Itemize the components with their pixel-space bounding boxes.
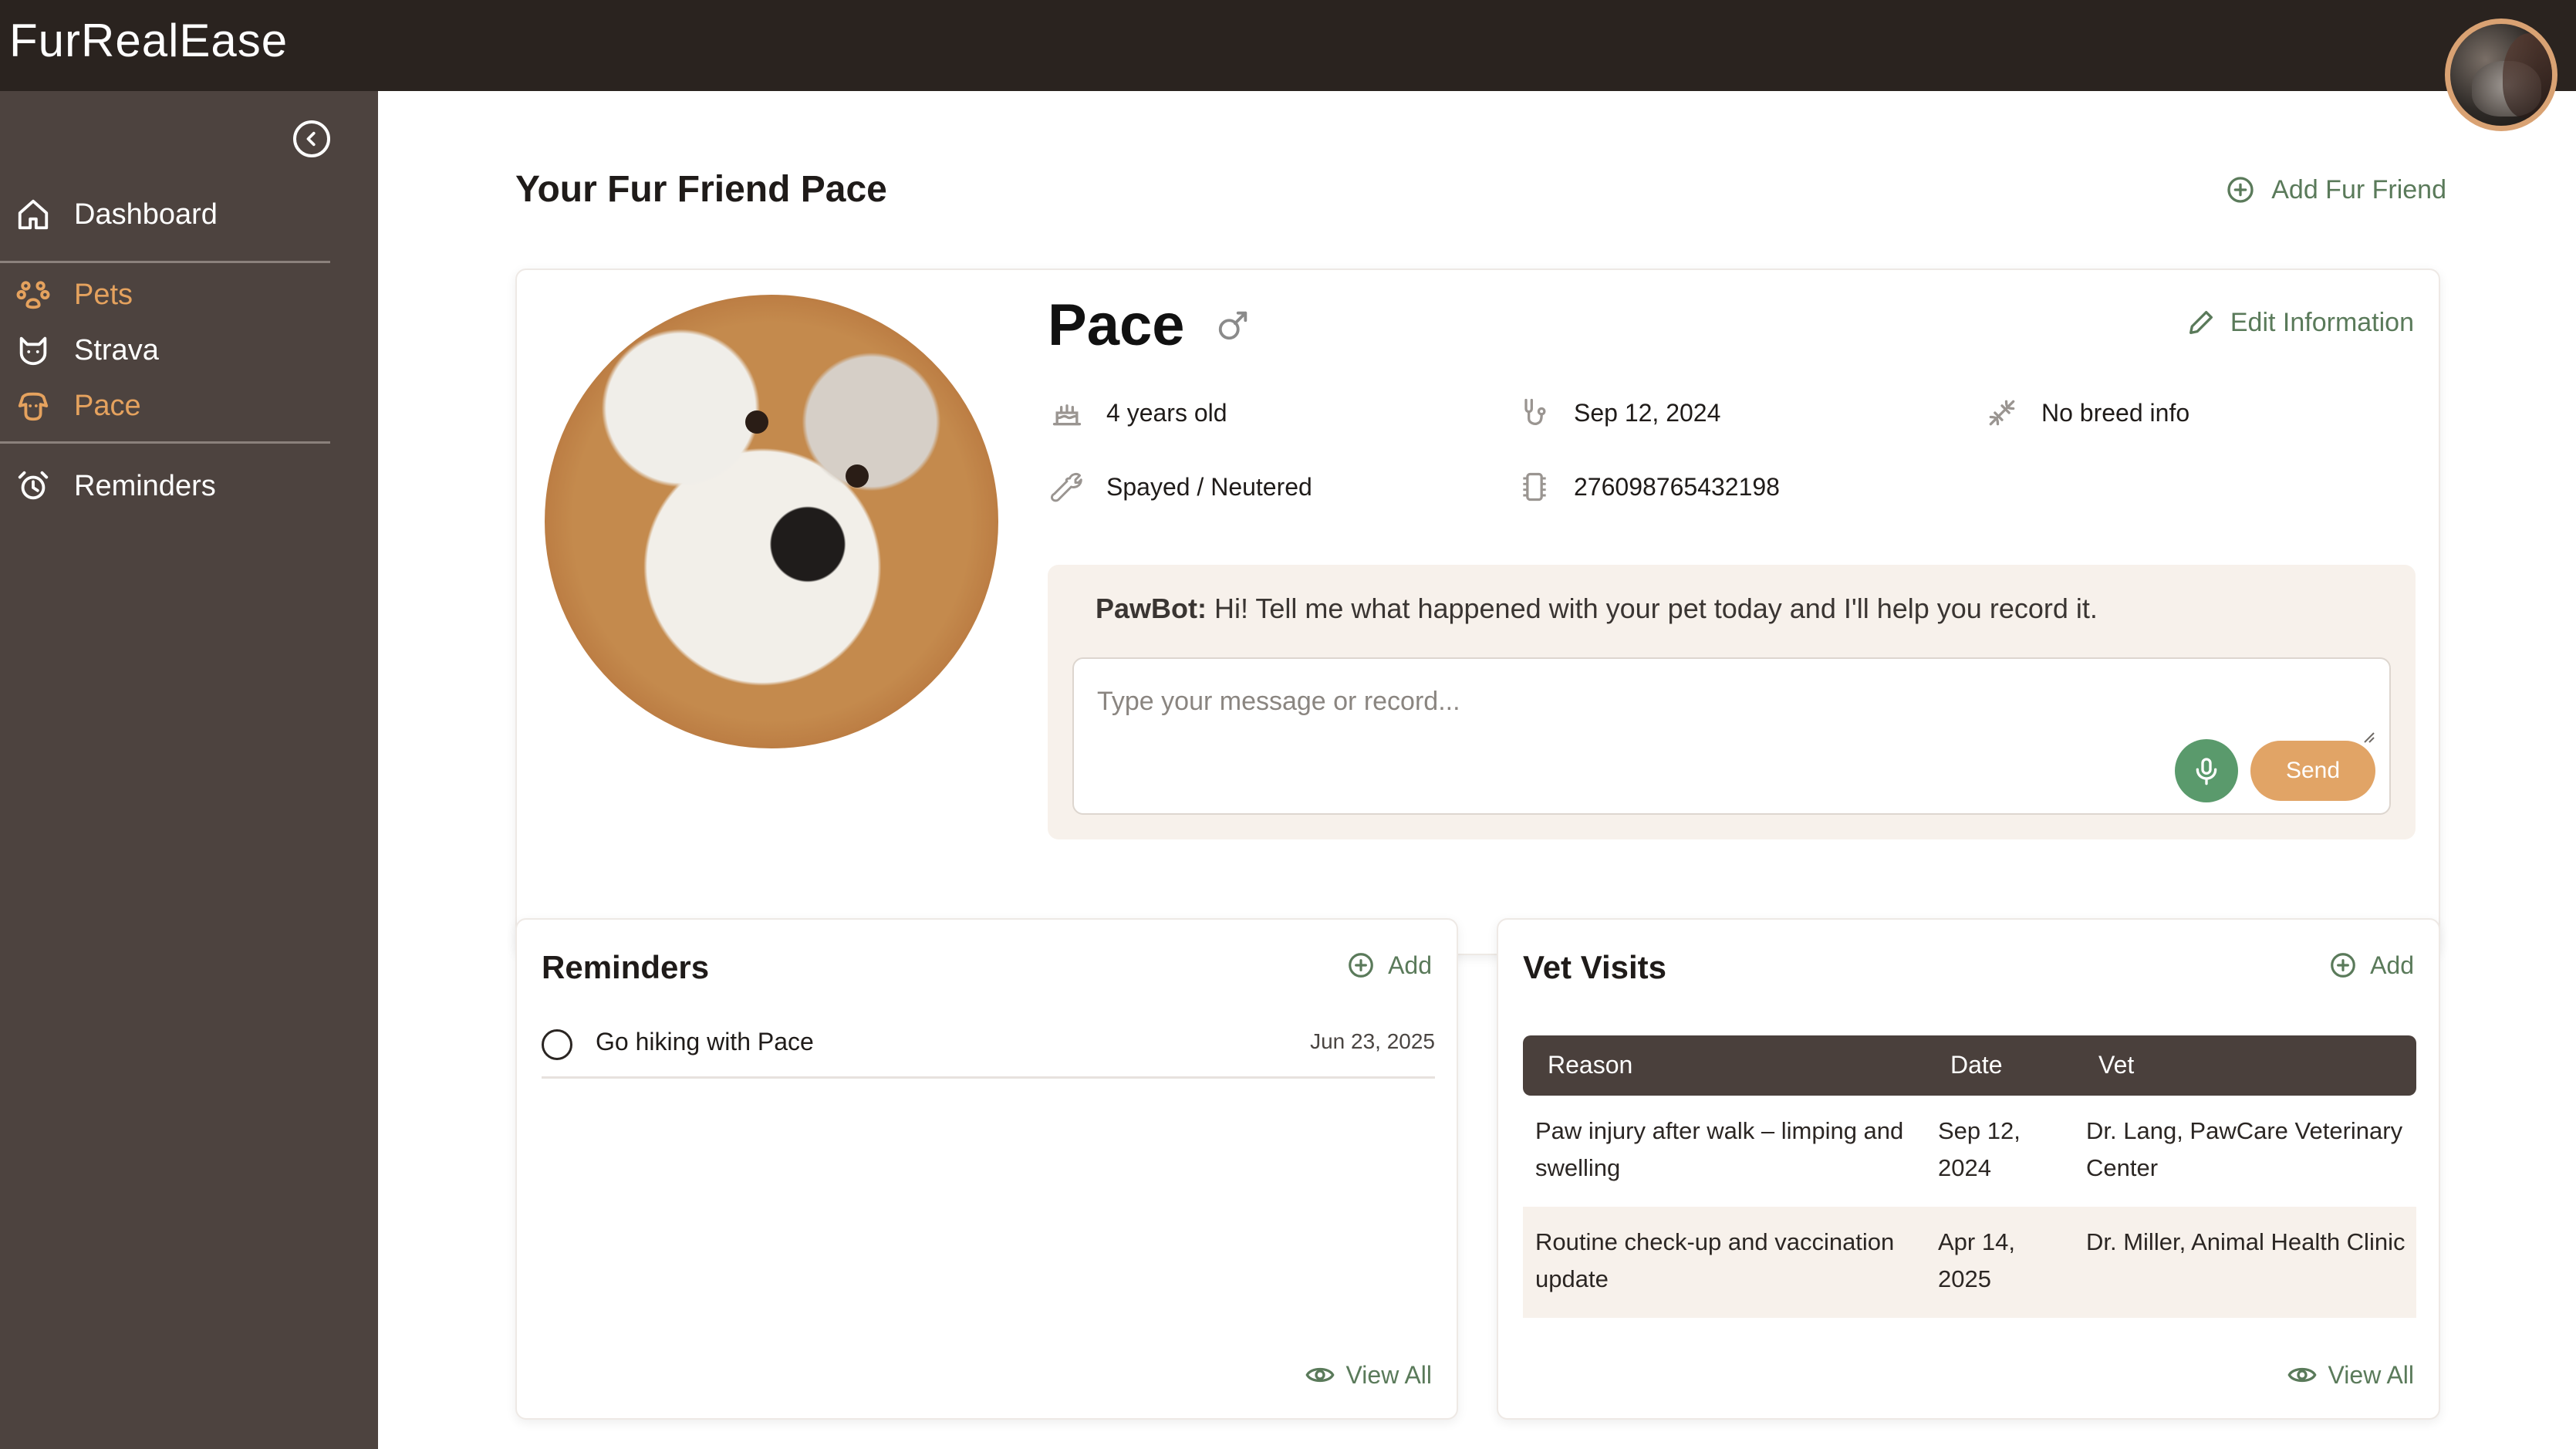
pet-spay-status-value: Spayed / Neutered — [1106, 472, 1312, 501]
add-vet-visit-label: Add — [2370, 951, 2414, 979]
column-header-vet: Vet — [2098, 1051, 2135, 1079]
app-logo[interactable]: FurRealEase — [9, 14, 288, 67]
pet-breed-value: No breed info — [2041, 398, 2190, 427]
add-fur-friend-label: Add Fur Friend — [2271, 174, 2446, 204]
sidebar-item-pace[interactable]: Pace — [14, 383, 141, 429]
home-icon — [14, 195, 52, 234]
reminder-item: Go hiking with Pace Jun 23, 2025 — [542, 1025, 1435, 1079]
vet-name: Dr. Lang, PawCare Veterinary Center — [2086, 1117, 2403, 1181]
pet-photo — [545, 295, 998, 748]
reminder-text: Go hiking with Pace — [596, 1028, 814, 1056]
main-content: Your Fur Friend Pace Add Fur Friend Pace… — [378, 91, 2576, 1449]
sidebar-item-reminders[interactable]: Reminders — [14, 463, 216, 509]
stethoscope-icon — [1515, 393, 1554, 432]
top-bar: FurRealEase — [0, 0, 2576, 131]
dog-icon — [14, 387, 52, 425]
sidebar-item-label: Reminders — [74, 469, 216, 502]
cat-icon — [14, 331, 52, 370]
sidebar-item-pets[interactable]: Pets — [14, 272, 133, 318]
pet-breed: No breed info — [1983, 393, 2189, 432]
column-header-reason: Reason — [1548, 1051, 1633, 1079]
edit-information-button[interactable]: Edit Information — [2186, 307, 2414, 338]
sidebar-divider — [0, 441, 330, 444]
sidebar-item-label: Dashboard — [74, 198, 218, 231]
reminders-title: Reminders — [542, 949, 710, 985]
vet-name: Dr. Miller, Animal Health Clinic — [2086, 1228, 2406, 1255]
chat-textarea[interactable]: Type your message or record... Send — [1072, 657, 2391, 815]
vet-visits-table: Reason Date Vet Paw injury after walk – … — [1523, 1035, 2416, 1318]
pawbot-message-text: Hi! Tell me what happened with your pet … — [1214, 593, 2098, 624]
add-reminder-label: Add — [1388, 951, 1432, 979]
reminder-checkbox[interactable] — [542, 1029, 572, 1060]
table-row[interactable]: Paw injury after walk – limping and swel… — [1523, 1096, 2416, 1207]
sidebar-item-label: Strava — [74, 333, 159, 366]
sidebar-divider — [0, 261, 330, 263]
pet-microchip: 276098765432198 — [1515, 468, 1780, 506]
vet-date: Apr 14, 2025 — [1938, 1228, 2015, 1292]
chip-icon — [1515, 468, 1554, 506]
pawbot-panel: PawBot: Hi! Tell me what happened with y… — [1048, 565, 2416, 839]
edit-information-label: Edit Information — [2230, 307, 2414, 337]
add-vet-visit-button[interactable]: Add — [2328, 951, 2414, 980]
plus-circle-icon — [2227, 177, 2254, 203]
resize-handle-icon[interactable] — [2362, 730, 2375, 744]
alarm-icon — [14, 467, 52, 505]
pet-profile-card: Pace Edit Information 4 years old Sep 12… — [515, 269, 2440, 955]
vet-date: Sep 12, 2024 — [1938, 1117, 2021, 1181]
dna-icon — [1983, 393, 2021, 432]
microphone-icon — [2196, 758, 2217, 785]
pet-age-value: 4 years old — [1106, 398, 1227, 427]
sidebar-item-dashboard[interactable]: Dashboard — [14, 191, 218, 238]
eye-icon — [2287, 1367, 2317, 1383]
table-header: Reason Date Vet — [1523, 1035, 2416, 1096]
vet-reason: Routine check-up and vaccination update — [1535, 1228, 1895, 1292]
sidebar-collapse-button[interactable] — [293, 120, 330, 157]
plus-circle-icon — [1349, 953, 1373, 978]
pawbot-message: PawBot: Hi! Tell me what happened with y… — [1096, 593, 2098, 625]
sidebar-item-strava[interactable]: Strava — [14, 327, 159, 373]
vet-reason: Paw injury after walk – limping and swel… — [1535, 1117, 1904, 1181]
sidebar: Dashboard Pets Strava Pace Reminders — [0, 91, 378, 1449]
chat-input-placeholder: Type your message or record... — [1097, 687, 1460, 716]
pencil-icon — [2189, 311, 2213, 334]
chevron-left-icon — [306, 131, 316, 147]
microphone-button[interactable] — [2175, 739, 2238, 802]
pet-age: 4 years old — [1048, 393, 1227, 432]
pawbot-name: PawBot: — [1096, 593, 1207, 624]
add-reminder-button[interactable]: Add — [1346, 951, 1432, 980]
reminder-date: Jun 23, 2025 — [1310, 1029, 1435, 1053]
send-button[interactable]: Send — [2250, 741, 2375, 801]
plus-circle-icon — [2331, 953, 2355, 978]
table-row[interactable]: Routine check-up and vaccination update … — [1523, 1207, 2416, 1318]
male-icon — [1218, 311, 1247, 340]
vet-visits-view-all-label: View All — [2328, 1360, 2414, 1389]
reminders-card: Reminders Add Go hiking with Pace Jun 23… — [515, 918, 1458, 1420]
pet-visit-date: Sep 12, 2024 — [1515, 393, 1720, 432]
paw-icon — [14, 275, 52, 314]
sidebar-item-label: Pace — [74, 389, 141, 422]
eye-icon — [1305, 1367, 1335, 1383]
page-title: Your Fur Friend Pace — [515, 169, 887, 210]
pet-name: Pace — [1048, 292, 1185, 358]
wrench-icon — [1048, 468, 1086, 506]
pet-visit-date-value: Sep 12, 2024 — [1574, 398, 1721, 427]
reminders-view-all-label: View All — [1345, 1360, 1432, 1389]
reminders-view-all-link[interactable]: View All — [1305, 1359, 1432, 1390]
vet-visits-title: Vet Visits — [1523, 949, 1667, 985]
cake-icon — [1048, 393, 1086, 432]
column-header-date: Date — [1950, 1051, 2003, 1079]
pet-spay-status: Spayed / Neutered — [1048, 468, 1312, 506]
add-fur-friend-button[interactable]: Add Fur Friend — [2225, 174, 2446, 205]
sidebar-item-label: Pets — [74, 278, 133, 311]
pet-microchip-value: 276098765432198 — [1574, 472, 1780, 501]
vet-visits-view-all-link[interactable]: View All — [2287, 1359, 2414, 1390]
vet-visits-card: Vet Visits Add Reason Date Vet Paw injur… — [1497, 918, 2440, 1420]
